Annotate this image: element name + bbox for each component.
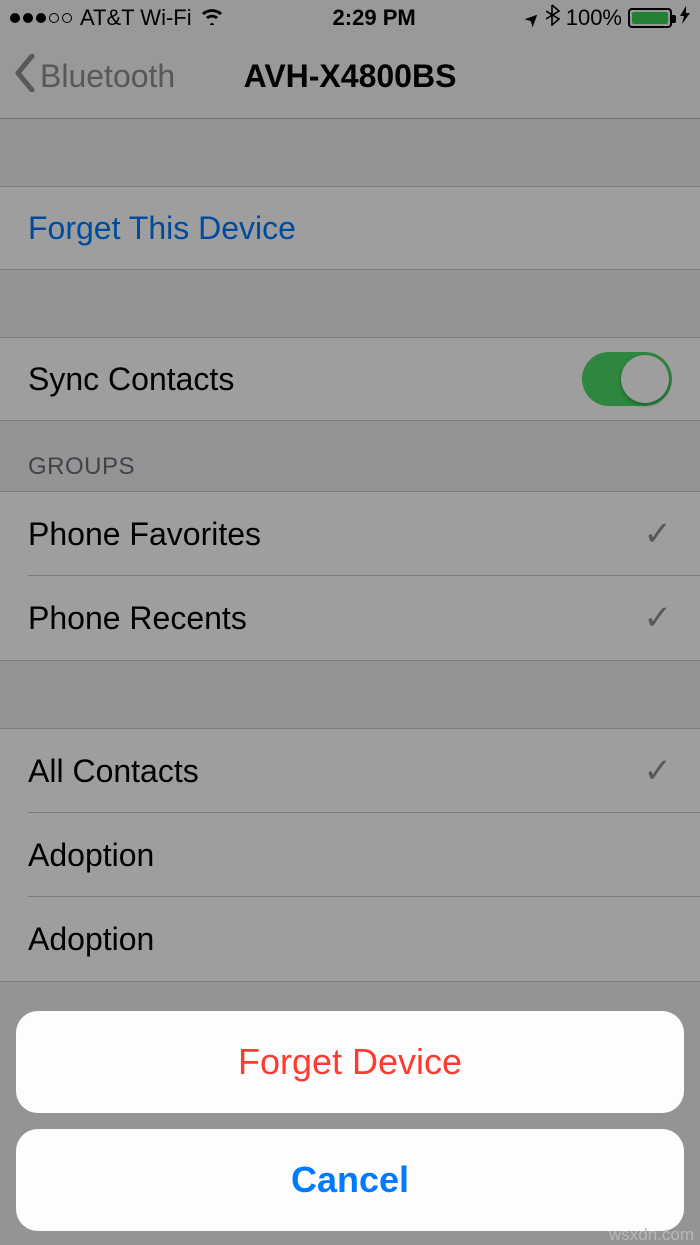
action-sheet: Forget Device Cancel bbox=[16, 1011, 684, 1231]
watermark: wsxdn.com bbox=[609, 1225, 694, 1245]
cancel-button[interactable]: Cancel bbox=[16, 1129, 684, 1231]
action-sheet-group: Forget Device bbox=[16, 1011, 684, 1113]
action-sheet-cancel-group: Cancel bbox=[16, 1129, 684, 1231]
forget-device-button[interactable]: Forget Device bbox=[16, 1011, 684, 1113]
